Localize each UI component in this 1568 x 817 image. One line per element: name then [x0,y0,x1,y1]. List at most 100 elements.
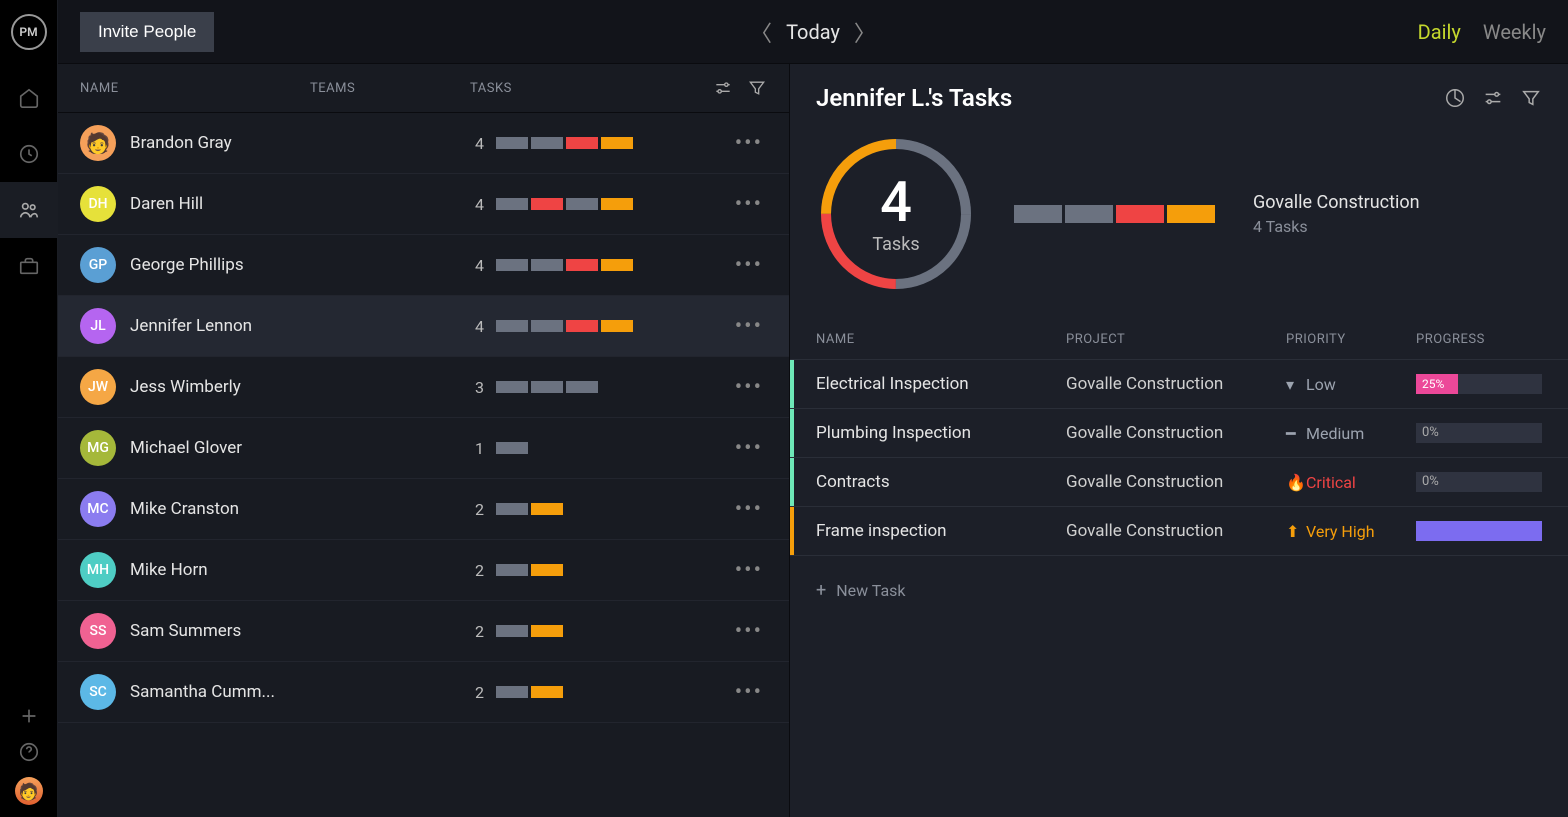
settings-sliders-icon[interactable] [1482,87,1504,109]
person-row[interactable]: GPGeorge Phillips4••• [58,235,789,296]
task-priority[interactable]: ⬆Very High [1286,522,1416,541]
user-avatar[interactable]: 🧑 [15,777,43,805]
task-bars [496,625,731,637]
people-icon [18,199,40,221]
summary-task-count: 4 Tasks [1253,217,1420,236]
filter-icon[interactable] [1520,87,1542,109]
content: NAME TEAMS TASKS 🧑Brandon Gray4•••DHDare… [58,64,1568,817]
settings-sliders-icon[interactable] [713,78,733,98]
person-avatar: MC [80,491,116,527]
task-priority[interactable]: 🔥Critical [1286,473,1416,492]
header-name[interactable]: NAME [80,81,310,96]
task-bars [496,198,731,210]
nav-home[interactable] [0,70,58,126]
task-name-label: Electrical Inspection [816,374,1066,394]
person-row[interactable]: MCMike Cranston2••• [58,479,789,540]
filter-icon[interactable] [747,78,767,98]
briefcase-icon [18,255,40,277]
people-table-header: NAME TEAMS TASKS [58,64,789,113]
row-more-button[interactable]: ••• [731,558,767,583]
nav-portfolio[interactable] [0,238,58,294]
task-priority[interactable]: ━Medium [1286,424,1416,443]
new-task-button[interactable]: + New Task [790,556,1568,625]
task-bars [496,381,731,393]
person-name-label: Brandon Gray [130,133,310,153]
task-count: 4 [450,317,484,336]
task-count: 2 [450,500,484,519]
person-row[interactable]: MHMike Horn2••• [58,540,789,601]
detail-title: Jennifer L.'s Tasks [816,84,1012,112]
row-more-button[interactable]: ••• [731,131,767,156]
date-navigator: 〈 Today 〉 [750,16,876,48]
task-project-label: Govalle Construction [1066,423,1286,443]
person-avatar: MH [80,552,116,588]
invite-people-button[interactable]: Invite People [80,12,214,52]
person-row[interactable]: SSSam Summers2••• [58,601,789,662]
task-bars [496,137,731,149]
priority-icon: ━ [1286,424,1300,443]
person-row[interactable]: MGMichael Glover1••• [58,418,789,479]
help-icon [18,741,40,763]
task-row[interactable]: Electrical InspectionGovalle Constructio… [790,360,1568,409]
person-avatar: 🧑 [80,125,116,161]
person-name-label: Michael Glover [130,438,310,458]
nav-recent[interactable] [0,126,58,182]
priority-icon: 🔥 [1286,473,1300,492]
task-header-project[interactable]: PROJECT [1066,332,1286,347]
app-logo[interactable]: PM [11,14,47,50]
summary-bars [1014,205,1215,223]
task-row[interactable]: Frame inspectionGovalle Construction⬆Ver… [790,507,1568,556]
row-more-button[interactable]: ••• [731,375,767,400]
clock-icon [18,143,40,165]
plus-icon: + [816,580,826,601]
row-more-button[interactable]: ••• [731,253,767,278]
header-teams[interactable]: TEAMS [310,81,470,96]
row-more-button[interactable]: ••• [731,680,767,705]
summary-project-name: Govalle Construction [1253,192,1420,213]
task-progress: 0% [1416,472,1542,492]
task-priority[interactable]: ▾Low [1286,375,1416,394]
nav-help[interactable] [0,741,58,763]
next-day-button[interactable]: 〉 [854,16,876,48]
task-bars [496,442,731,454]
person-avatar: GP [80,247,116,283]
main: Invite People 〈 Today 〉 Daily Weekly NAM… [58,0,1568,817]
nav-add[interactable] [0,705,58,727]
person-name-label: Samantha Cumm... [130,682,310,702]
task-bars [496,686,731,698]
person-name-label: Sam Summers [130,621,310,641]
person-row[interactable]: SCSamantha Cumm...2••• [58,662,789,723]
row-more-button[interactable]: ••• [731,314,767,339]
current-date-label: Today [786,20,840,44]
view-daily-tab[interactable]: Daily [1418,20,1461,44]
task-row[interactable]: ContractsGovalle Construction🔥Critical0% [790,458,1568,507]
row-more-button[interactable]: ••• [731,497,767,522]
sidebar: PM 🧑 [0,0,58,817]
task-header-name[interactable]: NAME [816,332,1066,347]
person-row[interactable]: DHDaren Hill4••• [58,174,789,235]
task-bars [496,503,731,515]
person-name-label: Mike Horn [130,560,310,580]
person-row[interactable]: JWJess Wimberly3••• [58,357,789,418]
prev-day-button[interactable]: 〈 [750,16,772,48]
task-bars [496,259,731,271]
nav-people[interactable] [0,182,58,238]
priority-icon: ⬆ [1286,522,1300,541]
task-name-label: Contracts [816,472,1066,492]
task-list: Electrical Inspection Govalle Constructio… [790,360,1568,556]
task-header-priority[interactable]: PRIORITY [1286,332,1416,347]
row-more-button[interactable]: ••• [731,436,767,461]
person-avatar: DH [80,186,116,222]
task-header-progress[interactable]: PROGRESS [1416,332,1542,347]
view-toggle: Daily Weekly [1418,20,1546,44]
person-row[interactable]: 🧑Brandon Gray4••• [58,113,789,174]
task-progress [1416,521,1542,541]
person-row[interactable]: JLJennifer Lennon4••• [58,296,789,357]
header-tasks[interactable]: TASKS [470,81,713,96]
task-row[interactable]: Plumbing InspectionGovalle Construction━… [790,409,1568,458]
row-more-button[interactable]: ••• [731,619,767,644]
task-name-label: Plumbing Inspection [816,423,1066,443]
row-more-button[interactable]: ••• [731,192,767,217]
chart-icon[interactable] [1444,87,1466,109]
view-weekly-tab[interactable]: Weekly [1483,20,1546,44]
